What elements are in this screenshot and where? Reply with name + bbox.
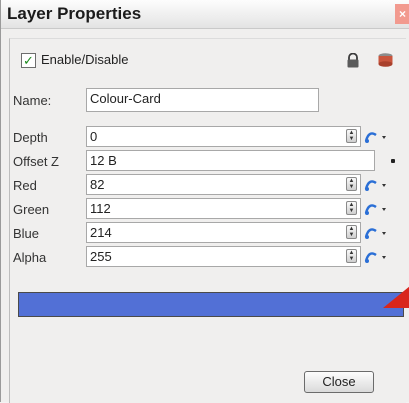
offset-z-menu-dot-icon[interactable] xyxy=(391,159,395,163)
colour-swatch[interactable] xyxy=(18,292,404,317)
name-input[interactable]: Colour-Card xyxy=(86,88,319,112)
enable-label: Enable/Disable xyxy=(41,52,129,67)
red-input[interactable]: 82 xyxy=(86,174,361,195)
green-function-curve-icon[interactable] xyxy=(363,201,389,217)
blue-spinner[interactable]: ▲ ▼ xyxy=(346,225,357,239)
offset-z-label: Offset Z xyxy=(13,154,59,169)
name-label: Name: xyxy=(13,93,52,108)
depth-spinner[interactable]: ▲ ▼ xyxy=(346,129,357,143)
green-input[interactable]: 112 xyxy=(86,198,361,219)
green-spinner[interactable]: ▲ ▼ xyxy=(346,201,357,215)
blue-label: Blue xyxy=(13,226,40,241)
alpha-label: Alpha xyxy=(13,250,47,265)
blue-function-curve-icon[interactable] xyxy=(363,225,389,241)
layer-icon[interactable] xyxy=(377,52,394,69)
window-title: Layer Properties xyxy=(7,4,142,23)
green-label: Green xyxy=(13,202,50,217)
depth-input[interactable]: 0 xyxy=(86,126,361,147)
red-triangle-marker-icon xyxy=(383,286,409,308)
red-spinner[interactable]: ▲ ▼ xyxy=(346,177,357,191)
depth-label: Depth xyxy=(13,130,48,145)
red-function-curve-icon[interactable] xyxy=(363,177,389,193)
alpha-function-curve-icon[interactable] xyxy=(363,249,389,265)
red-label: Red xyxy=(13,178,37,193)
blue-input[interactable]: 214 xyxy=(86,222,361,243)
alpha-spinner[interactable]: ▲ ▼ xyxy=(346,249,357,263)
depth-function-curve-icon[interactable] xyxy=(363,129,389,145)
alpha-input[interactable]: 255 xyxy=(86,246,361,267)
enable-checkbox[interactable]: ✓ xyxy=(21,53,36,68)
window-close-button[interactable]: × xyxy=(395,4,409,24)
title-bar: Layer Properties × xyxy=(1,0,409,29)
layer-properties-window: Layer Properties × ✓ Enable/Disable Name… xyxy=(0,0,409,403)
lock-icon[interactable] xyxy=(346,53,360,68)
close-button[interactable]: Close xyxy=(304,371,374,393)
offset-z-input[interactable]: 12 B xyxy=(86,150,375,171)
